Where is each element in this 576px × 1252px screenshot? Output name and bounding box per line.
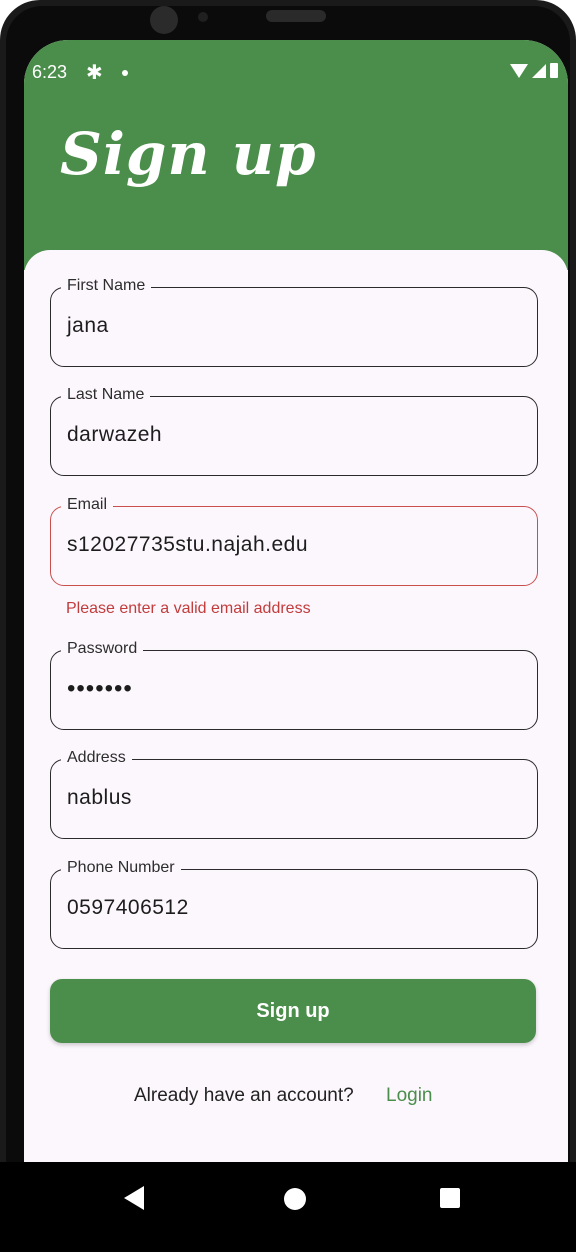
system-nav-bar	[0, 1162, 576, 1252]
speaker-grille	[266, 10, 326, 22]
status-bar: 6:23 ✱	[24, 58, 568, 88]
app-screen: 6:23 ✱ Sign up First Name jana Last Name…	[24, 40, 568, 1232]
login-link[interactable]: Login	[386, 1085, 433, 1107]
password-value[interactable]: •••••••	[67, 675, 133, 703]
password-field[interactable]: Password •••••••	[50, 640, 538, 730]
last-name-value[interactable]: darwazeh	[67, 423, 162, 447]
first-name-value[interactable]: jana	[67, 314, 109, 338]
battery-icon	[550, 63, 558, 78]
notification-dot-icon	[122, 70, 128, 76]
header-banner: 6:23 ✱ Sign up	[24, 40, 568, 270]
signal-icon	[532, 63, 546, 78]
wifi-icon	[510, 63, 528, 78]
address-field[interactable]: Address nablus	[50, 749, 538, 839]
address-value[interactable]: nablus	[67, 786, 132, 810]
phone-number-label: Phone Number	[61, 859, 181, 877]
password-label: Password	[61, 640, 144, 658]
first-name-label: First Name	[61, 277, 152, 295]
home-icon[interactable]	[284, 1188, 306, 1210]
email-field[interactable]: Email s12027735stu.najah.edu	[50, 496, 538, 586]
last-name-label: Last Name	[61, 386, 151, 404]
already-have-account-text: Already have an account?	[134, 1085, 354, 1106]
last-name-field[interactable]: Last Name darwazeh	[50, 386, 538, 476]
recents-icon[interactable]	[440, 1188, 460, 1208]
email-error-message: Please enter a valid email address	[66, 600, 311, 617]
status-time: 6:23	[32, 62, 68, 82]
back-icon[interactable]	[124, 1186, 144, 1210]
phone-number-field[interactable]: Phone Number 0597406512	[50, 859, 538, 949]
camera-icon	[150, 6, 178, 34]
email-value[interactable]: s12027735stu.najah.edu	[67, 533, 308, 557]
address-label: Address	[61, 749, 132, 767]
signup-button[interactable]: Sign up	[50, 979, 536, 1043]
email-label: Email	[61, 496, 114, 514]
sensor-icon	[198, 12, 208, 22]
settings-icon: ✱	[86, 62, 103, 84]
page-title: Sign up	[60, 120, 317, 188]
first-name-field[interactable]: First Name jana	[50, 277, 538, 367]
phone-number-value[interactable]: 0597406512	[67, 896, 189, 920]
status-icons	[510, 63, 558, 78]
